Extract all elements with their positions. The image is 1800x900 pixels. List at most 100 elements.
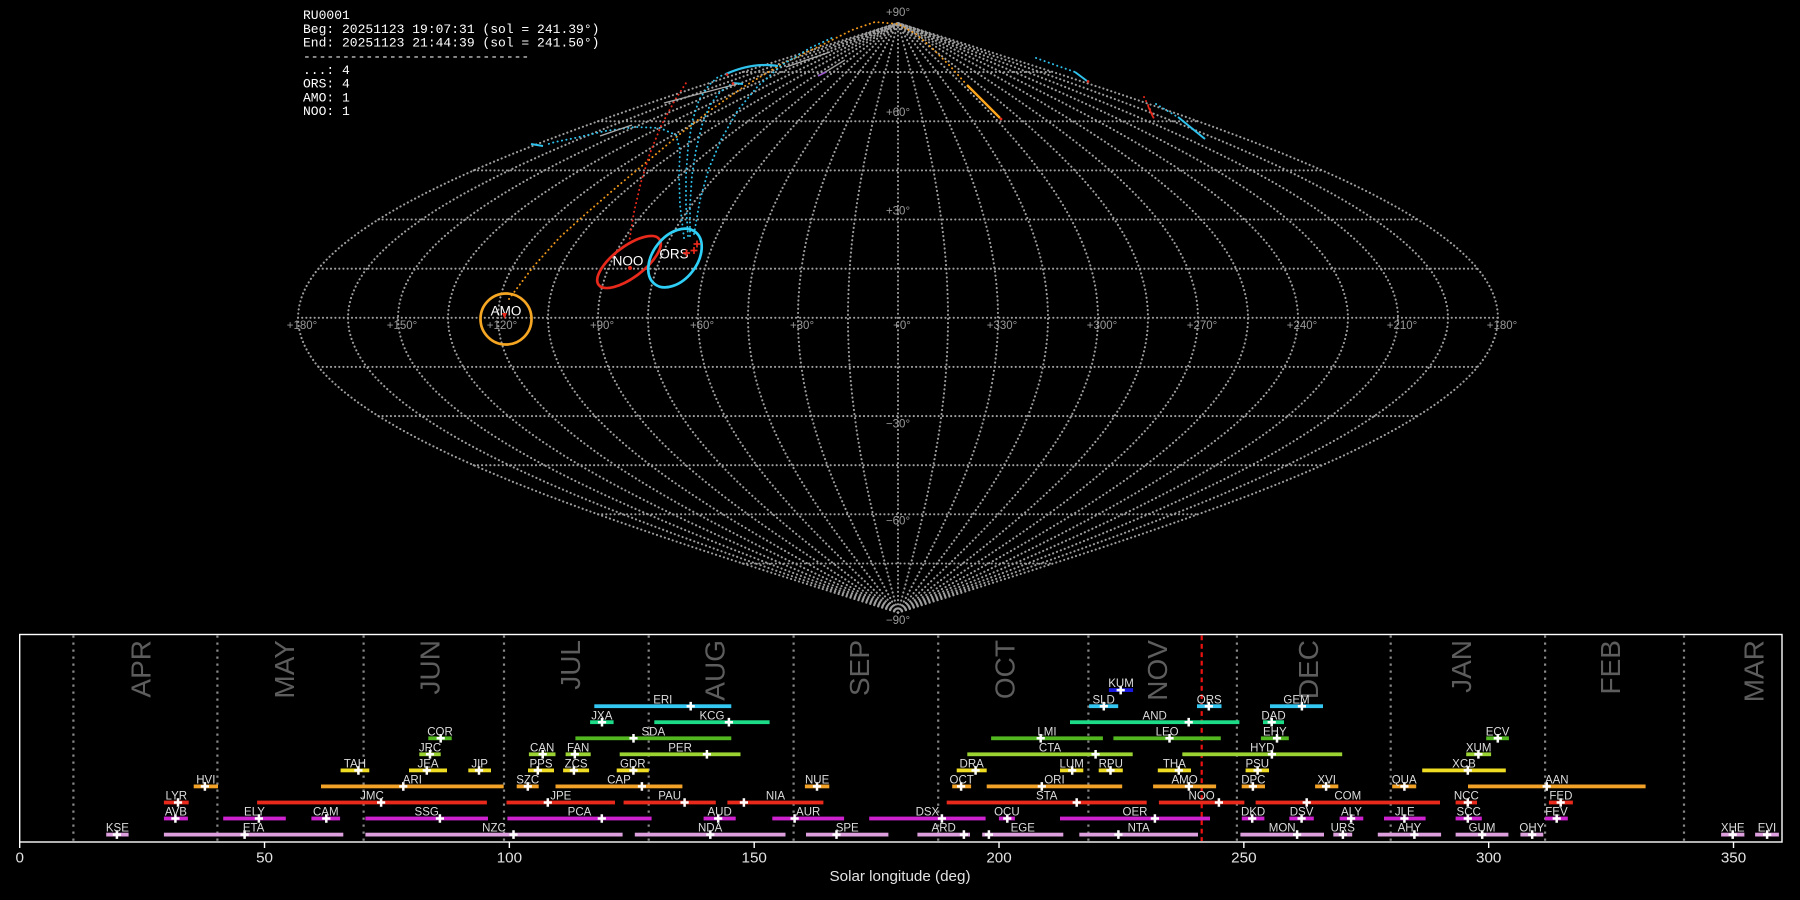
svg-text:GDR: GDR: [620, 759, 646, 771]
svg-text:THA: THA: [1163, 759, 1186, 771]
svg-text:LMI: LMI: [1037, 726, 1056, 738]
svg-text:50: 50: [256, 850, 273, 867]
svg-text:FEV: FEV: [1545, 807, 1568, 819]
svg-text:0: 0: [15, 850, 23, 867]
svg-text:JUN: JUN: [414, 640, 445, 694]
svg-text:ORS: ORS: [1197, 694, 1222, 706]
svg-text:CAN: CAN: [530, 742, 554, 754]
svg-text:OHY: OHY: [1519, 823, 1544, 835]
svg-text:CTA: CTA: [1039, 742, 1061, 754]
svg-text:NOO: NOO: [613, 254, 644, 269]
svg-text:JAN: JAN: [1446, 640, 1477, 693]
svg-text:AVB: AVB: [165, 807, 187, 819]
svg-text:250: 250: [1231, 850, 1256, 867]
svg-text:DPC: DPC: [1241, 775, 1265, 787]
svg-text:FED: FED: [1549, 791, 1572, 803]
svg-text:KCG: KCG: [699, 710, 724, 722]
svg-text:DKD: DKD: [1241, 807, 1265, 819]
svg-text:NDA: NDA: [698, 823, 723, 835]
svg-text:200: 200: [986, 850, 1011, 867]
svg-text:AUG: AUG: [699, 640, 730, 701]
svg-text:ORS: ORS: [659, 247, 688, 262]
svg-text:JIP: JIP: [471, 759, 488, 771]
svg-text:AMO: AMO: [491, 304, 522, 319]
svg-text:OER: OER: [1123, 807, 1148, 819]
svg-text:COM: COM: [1334, 791, 1361, 803]
svg-text:ZCS: ZCS: [565, 759, 588, 771]
svg-text:JUL: JUL: [555, 640, 586, 690]
svg-text:GEM: GEM: [1283, 694, 1309, 706]
svg-text:JPE: JPE: [550, 791, 571, 803]
svg-text:STA: STA: [1036, 791, 1058, 803]
svg-text:MAY: MAY: [269, 640, 300, 699]
svg-text:+30°: +30°: [790, 320, 814, 332]
svg-text:LEO: LEO: [1156, 726, 1179, 738]
svg-text:NZC: NZC: [482, 823, 506, 835]
svg-text:NIA: NIA: [766, 791, 786, 803]
svg-text:APR: APR: [126, 640, 157, 698]
svg-text:ORI: ORI: [1044, 775, 1064, 787]
svg-text:FEB: FEB: [1595, 640, 1626, 694]
svg-text:JLE: JLE: [1395, 807, 1415, 819]
svg-text:300: 300: [1476, 850, 1501, 867]
svg-text:AND: AND: [1143, 710, 1167, 722]
svg-text:JRC: JRC: [419, 742, 441, 754]
svg-text:PSU: PSU: [1245, 759, 1269, 771]
svg-text:ECV: ECV: [1486, 726, 1510, 738]
svg-text:+180°: +180°: [1487, 320, 1518, 332]
svg-text:NOO: 1: NOO: 1: [303, 104, 350, 119]
svg-text:AUR: AUR: [796, 807, 820, 819]
svg-text:+210°: +210°: [1387, 320, 1418, 332]
svg-text:−60°: −60°: [886, 516, 910, 528]
svg-text:KSE: KSE: [106, 823, 129, 835]
svg-text:AAN: AAN: [1545, 775, 1569, 787]
svg-text:+90°: +90°: [886, 7, 910, 19]
svg-text:+60°: +60°: [690, 320, 714, 332]
svg-text:+0°: +0°: [893, 320, 911, 332]
svg-text:Solar longitude (deg): Solar longitude (deg): [830, 868, 971, 885]
svg-text:GUM: GUM: [1469, 823, 1496, 835]
svg-text:URS: URS: [1331, 823, 1356, 835]
svg-text:JEA: JEA: [417, 759, 438, 771]
svg-text:XHE: XHE: [1721, 823, 1745, 835]
svg-text:350: 350: [1721, 850, 1746, 867]
svg-text:OCT: OCT: [990, 640, 1021, 699]
svg-text:SSG: SSG: [415, 807, 439, 819]
svg-text:JXA: JXA: [591, 710, 612, 722]
svg-text:ERI: ERI: [653, 694, 672, 706]
svg-text:+120°: +120°: [487, 320, 518, 332]
svg-text:HYD: HYD: [1250, 742, 1274, 754]
svg-text:+60°: +60°: [886, 107, 910, 119]
svg-text:NOV: NOV: [1142, 640, 1173, 701]
svg-text:SEP: SEP: [844, 640, 875, 696]
svg-text:HVI: HVI: [196, 775, 215, 787]
svg-text:KUM: KUM: [1108, 678, 1134, 690]
svg-text:LYR: LYR: [166, 791, 188, 803]
svg-text:EHY: EHY: [1263, 726, 1287, 738]
svg-text:FAN: FAN: [567, 742, 589, 754]
svg-text:AMO: AMO: [1171, 775, 1197, 787]
svg-text:JMC: JMC: [360, 791, 384, 803]
svg-text:EVI: EVI: [1758, 823, 1777, 835]
svg-text:SDA: SDA: [642, 726, 666, 738]
svg-text:+330°: +330°: [987, 320, 1018, 332]
svg-text:MON: MON: [1269, 823, 1296, 835]
svg-text:SPE: SPE: [836, 823, 859, 835]
svg-text:AUD: AUD: [708, 807, 732, 819]
svg-text:OCT: OCT: [950, 775, 974, 787]
svg-text:DEC: DEC: [1293, 640, 1324, 699]
svg-text:SCC: SCC: [1457, 807, 1481, 819]
svg-text:+180°: +180°: [287, 320, 318, 332]
svg-text:ELY: ELY: [244, 807, 265, 819]
svg-text:150: 150: [742, 850, 767, 867]
svg-text:COR: COR: [427, 726, 453, 738]
svg-text:100: 100: [497, 850, 522, 867]
svg-text:MAR: MAR: [1738, 640, 1769, 702]
svg-text:XCB: XCB: [1452, 759, 1476, 771]
svg-text:DAD: DAD: [1261, 710, 1285, 722]
svg-text:TAH: TAH: [344, 759, 366, 771]
svg-text:PPS: PPS: [529, 759, 552, 771]
svg-text:PAU: PAU: [658, 791, 681, 803]
svg-text:CAM: CAM: [313, 807, 339, 819]
svg-text:−30°: −30°: [886, 419, 910, 431]
